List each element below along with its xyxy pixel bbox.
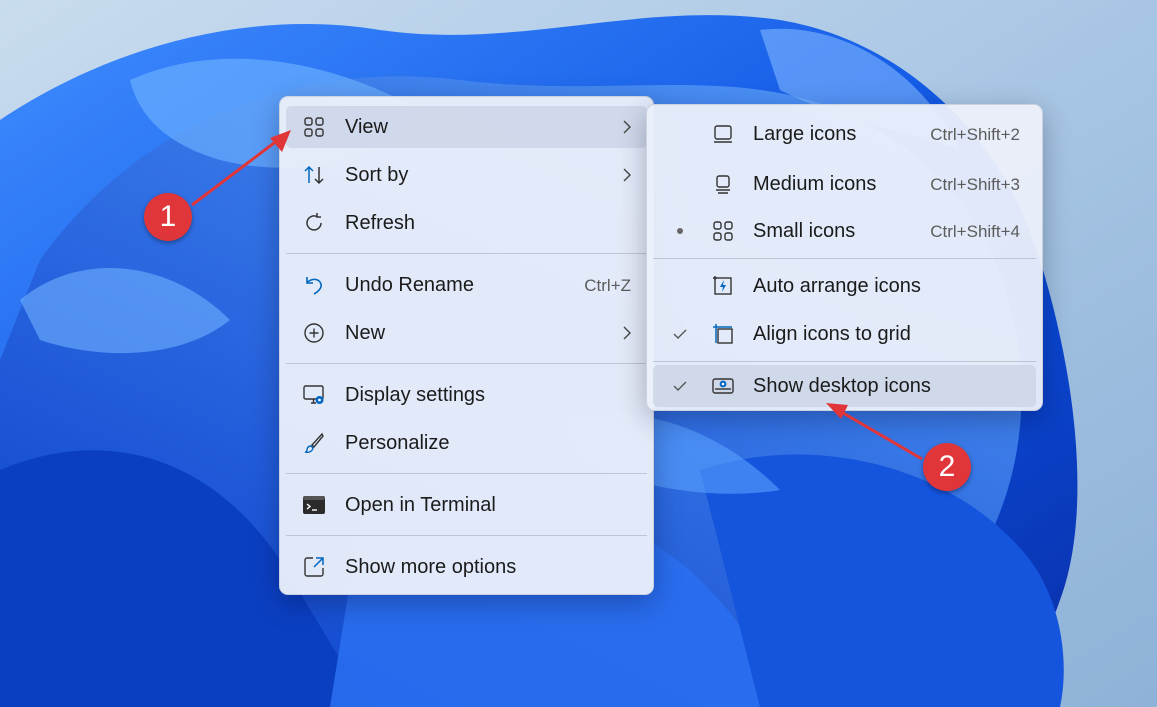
submenu-separator xyxy=(653,361,1036,362)
menu-item-view[interactable]: View xyxy=(286,106,647,148)
radio-dot-icon xyxy=(677,228,683,234)
align-grid-icon xyxy=(713,324,733,344)
menu-separator xyxy=(286,473,647,474)
shortcut-text: Ctrl+Z xyxy=(584,276,631,295)
undo-icon xyxy=(306,277,322,295)
display-settings-icon xyxy=(303,385,324,404)
monitor-large-icon xyxy=(714,125,732,143)
menu-item-label: Personalize xyxy=(345,432,450,454)
show-desktop-icon xyxy=(712,378,734,394)
terminal-icon xyxy=(303,496,325,514)
menu-item-label: Undo Rename xyxy=(345,274,474,296)
submenu-item-label: Large icons xyxy=(753,123,857,145)
refresh-icon xyxy=(306,213,322,231)
submenu-item-large-icons[interactable]: Large icons Ctrl+Shift+2 xyxy=(653,113,1036,155)
menu-item-label: Show more options xyxy=(345,556,517,578)
menu-item-undo-rename[interactable]: Undo Rename Ctrl+Z xyxy=(286,264,647,306)
step-badge-2: 2 xyxy=(923,443,971,491)
monitor-medium-icon xyxy=(716,175,730,194)
external-options-icon xyxy=(304,557,324,577)
menu-item-label: Display settings xyxy=(345,384,486,406)
submenu-item-label: Small icons xyxy=(753,220,856,242)
menu-item-personalize[interactable]: Personalize xyxy=(286,422,647,464)
chevron-right-icon xyxy=(623,168,631,182)
submenu-item-align-to-grid[interactable]: Align icons to grid xyxy=(653,313,1036,355)
auto-arrange-icon xyxy=(713,276,732,295)
menu-item-label: Refresh xyxy=(345,212,416,234)
checkmark-icon xyxy=(673,381,687,391)
shortcut-text: Ctrl+Shift+3 xyxy=(930,175,1020,194)
shortcut-text: Ctrl+Shift+2 xyxy=(930,125,1020,144)
menu-item-label: View xyxy=(345,116,388,138)
submenu-item-small-icons[interactable]: Small icons Ctrl+Shift+4 xyxy=(653,210,1036,252)
chevron-right-icon xyxy=(623,120,631,134)
submenu-item-label: Show desktop icons xyxy=(753,375,931,397)
submenu-item-label: Align icons to grid xyxy=(753,323,911,345)
submenu-item-show-desktop-icons[interactable]: Show desktop icons xyxy=(653,365,1036,407)
submenu-item-label: Auto arrange icons xyxy=(753,275,921,297)
menu-item-sort-by[interactable]: Sort by xyxy=(286,154,647,196)
menu-separator xyxy=(286,253,647,254)
menu-item-open-in-terminal[interactable]: Open in Terminal xyxy=(286,484,647,526)
submenu-item-medium-icons[interactable]: Medium icons Ctrl+Shift+3 xyxy=(653,163,1036,205)
submenu-separator xyxy=(653,258,1036,259)
checkmark-icon xyxy=(673,329,687,339)
add-circle-icon xyxy=(304,323,324,343)
brush-icon xyxy=(304,432,324,454)
sort-icon xyxy=(304,165,324,185)
menu-item-display-settings[interactable]: Display settings xyxy=(286,374,647,416)
view-submenu: Large icons Ctrl+Shift+2 Medium icons Ct… xyxy=(646,104,1043,411)
menu-item-label: New xyxy=(345,322,386,344)
menu-separator xyxy=(286,363,647,364)
menu-item-show-more-options[interactable]: Show more options xyxy=(286,546,647,588)
desktop-context-menu: View Sort by Refresh Undo Rename Ctrl+Z … xyxy=(279,96,654,595)
menu-item-label: Sort by xyxy=(345,164,409,186)
shortcut-text: Ctrl+Shift+4 xyxy=(930,222,1020,241)
chevron-right-icon xyxy=(623,326,631,340)
menu-separator xyxy=(286,535,647,536)
submenu-item-label: Medium icons xyxy=(753,173,877,195)
menu-item-new[interactable]: New xyxy=(286,312,647,354)
step-badge-1: 1 xyxy=(144,193,192,241)
menu-item-label: Open in Terminal xyxy=(345,494,496,516)
grid-icon xyxy=(304,117,324,137)
grid-small-icon xyxy=(713,221,733,241)
menu-item-refresh[interactable]: Refresh xyxy=(286,202,647,244)
submenu-item-auto-arrange[interactable]: Auto arrange icons xyxy=(653,265,1036,307)
